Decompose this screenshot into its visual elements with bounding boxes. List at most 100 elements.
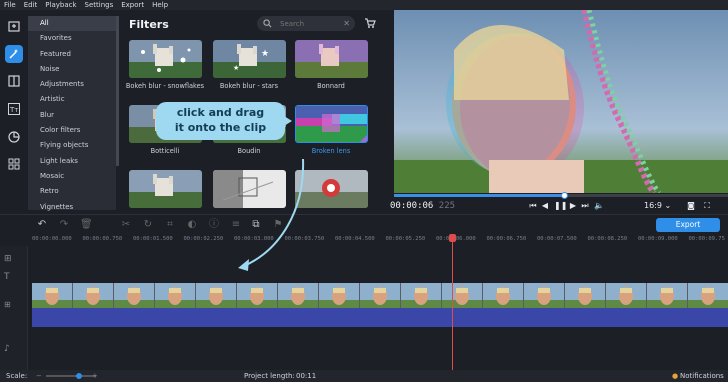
menu-file[interactable]: File: [0, 0, 20, 10]
add-track-icon: ⊞: [4, 254, 12, 264]
crop-icon: ⌗: [167, 219, 173, 230]
ruler-time-label: 00:00:05.250: [385, 236, 426, 242]
playback-progress-bar[interactable]: [394, 192, 728, 199]
filter-label-bokeh-snowflakes: Bokeh blur - snowflakes: [125, 82, 205, 90]
playhead-handle[interactable]: [449, 234, 456, 242]
clip-properties-button[interactable]: ⓘ: [208, 219, 220, 231]
playhead-line[interactable]: [452, 234, 453, 370]
timeline-ruler[interactable]: 00:00:00.000 00:00:00.750 00:00:01.500 00:0…: [0, 234, 728, 246]
filter-thumb-bokeh-stars[interactable]: ★ ★: [213, 40, 286, 78]
clip-frame-thumbnail: [565, 283, 606, 308]
titles-icon: Tт: [8, 103, 20, 115]
menu-help[interactable]: Help: [148, 0, 172, 10]
clip-frame-thumbnail: [688, 283, 728, 308]
category-vignettes[interactable]: Vignettes: [28, 200, 116, 215]
search-icon: [263, 19, 272, 28]
transitions-tool-button[interactable]: [5, 72, 23, 90]
filter-thumb-bokeh-snowflakes[interactable]: [129, 40, 202, 78]
scale-label: Scale:: [6, 372, 28, 380]
audio-clip[interactable]: [32, 308, 728, 327]
filters-tool-button[interactable]: [5, 45, 23, 63]
scale-slider-knob[interactable]: [76, 373, 82, 379]
search-input[interactable]: [280, 19, 350, 28]
clear-search-icon[interactable]: ✕: [343, 19, 350, 28]
video-clip[interactable]: [32, 283, 728, 308]
menu-playback[interactable]: Playback: [41, 0, 80, 10]
category-mosaic[interactable]: Mosaic: [28, 169, 116, 184]
category-artistic[interactable]: Artistic: [28, 92, 116, 107]
crop-button[interactable]: ⌗: [164, 219, 176, 231]
bell-icon[interactable]: ●: [672, 372, 678, 380]
scale-slider[interactable]: [46, 375, 96, 377]
filter-label-broken-lens: Broken lens: [311, 147, 351, 155]
timecode-frames: 225: [438, 201, 456, 211]
category-noise[interactable]: Noise: [28, 62, 116, 77]
clip-frame-thumbnail: [155, 283, 196, 308]
category-favorites[interactable]: Favorites: [28, 31, 116, 46]
go-to-start-button[interactable]: ⏮: [528, 201, 538, 211]
tool-strip: Tт: [0, 10, 28, 210]
skip-start-icon: ⏮: [529, 201, 537, 210]
import-tool-button[interactable]: [5, 17, 23, 35]
aspect-ratio-dropdown[interactable]: 16:9 ⌄: [644, 201, 671, 210]
delete-button[interactable]: 🗑: [80, 219, 93, 231]
magic-wand-icon: [9, 49, 18, 59]
castle-thumbnail: [129, 40, 202, 78]
filter-thumb-broken-lens[interactable]: [295, 105, 368, 143]
fullscreen-button[interactable]: ⛶: [702, 201, 712, 211]
notifications-label[interactable]: Notifications: [680, 372, 724, 380]
ruler-time-label: 00:00:09.000: [638, 236, 678, 242]
info-icon: ⓘ: [209, 219, 219, 230]
color-adjust-icon: ◐: [187, 219, 197, 230]
undo-button[interactable]: ↶: [36, 219, 48, 231]
stickers-tool-button[interactable]: [5, 128, 23, 146]
category-featured[interactable]: Featured: [28, 47, 116, 62]
zoom-out-icon[interactable]: −: [36, 372, 42, 380]
video-track-icon: ⊞: [4, 300, 11, 309]
category-all[interactable]: All: [28, 16, 116, 32]
zoom-in-icon[interactable]: +: [92, 372, 98, 380]
filter-thumb-castle[interactable]: [129, 170, 202, 208]
chevron-down-icon: ⌄: [664, 201, 672, 210]
category-color-filters[interactable]: Color filters: [28, 123, 116, 138]
export-button[interactable]: Export: [656, 218, 720, 232]
status-bar: Scale: − + Project length: 00:11 ● Notif…: [0, 370, 728, 382]
volume-button[interactable]: 🔈: [594, 201, 604, 211]
hint-line-1: click and drag: [176, 106, 265, 119]
category-flying-objects[interactable]: Flying objects: [28, 138, 116, 153]
redo-button[interactable]: ↷: [58, 219, 70, 231]
store-cart-icon[interactable]: [364, 17, 376, 29]
category-retro[interactable]: Retro: [28, 184, 116, 199]
search-box[interactable]: ✕: [257, 16, 355, 31]
import-icon: [8, 21, 20, 32]
titles-tool-button[interactable]: Tт: [5, 100, 23, 118]
go-to-end-button[interactable]: ⏭: [580, 201, 590, 211]
menu-export[interactable]: Export: [117, 0, 148, 10]
add-track-button[interactable]: ⊞: [4, 254, 12, 264]
music-track-icon: ♪: [4, 344, 10, 354]
split-button[interactable]: ✂: [120, 219, 132, 231]
ruler-time-label: 00:00:00.750: [82, 236, 123, 242]
ruler-time-label: 00:00:08.250: [587, 236, 628, 242]
next-frame-button[interactable]: ▶: [568, 201, 578, 211]
menu-edit[interactable]: Edit: [20, 0, 42, 10]
category-blur[interactable]: Blur: [28, 108, 116, 123]
category-adjustments[interactable]: Adjustments: [28, 77, 116, 92]
more-tools-button[interactable]: [5, 155, 23, 173]
ruler-time-label: 00:00:01.500: [133, 236, 173, 242]
snapshot-button[interactable]: ◙: [686, 201, 696, 211]
castle-thumbnail: [129, 170, 202, 208]
pause-button[interactable]: ❚❚: [554, 201, 567, 211]
color-adjust-button[interactable]: ◐: [186, 219, 198, 231]
filter-label-botticelli: Botticelli: [150, 147, 180, 155]
previous-frame-button[interactable]: ◀: [540, 201, 550, 211]
rotate-button[interactable]: ↻: [142, 219, 154, 231]
scissors-icon: ✂: [121, 219, 131, 230]
clip-frame-thumbnail: [606, 283, 647, 308]
category-light-leaks[interactable]: Light leaks: [28, 154, 116, 169]
menu-settings[interactable]: Settings: [81, 0, 118, 10]
filter-thumb-bonnard[interactable]: [295, 40, 368, 78]
video-preview[interactable]: [394, 10, 728, 193]
svg-text:Tт: Tт: [9, 106, 18, 114]
filter-category-list: All Favorites Featured Noise Adjustments…: [28, 16, 116, 211]
